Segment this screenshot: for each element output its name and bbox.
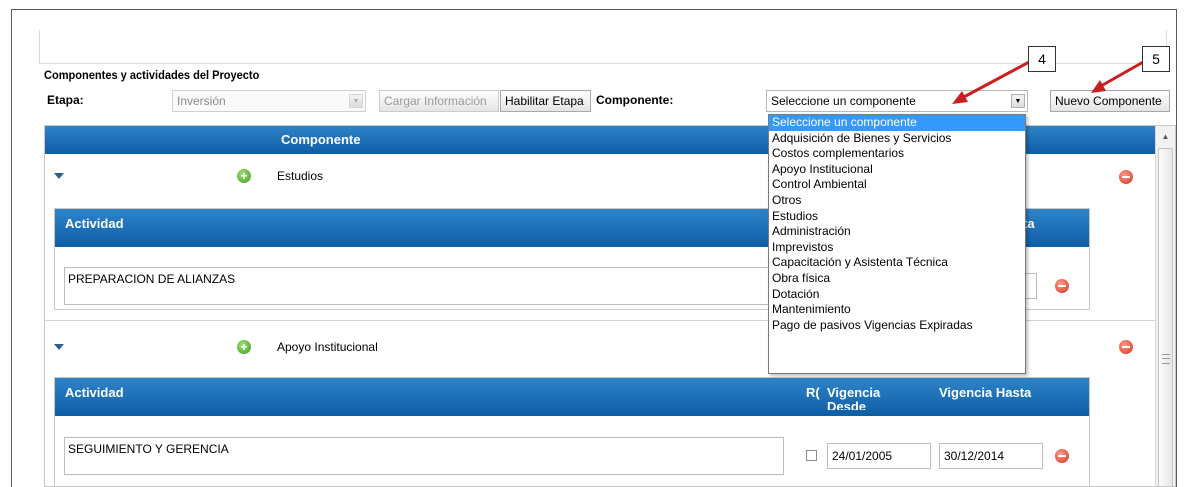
componente-label: Componente: [596, 93, 674, 107]
habilitar-etapa-button[interactable]: Habilitar Etapa [500, 90, 591, 112]
dropdown-option[interactable]: Control Ambiental [769, 177, 1025, 193]
dropdown-option[interactable]: Pago de pasivos Vigencias Expiradas [769, 318, 1025, 334]
dropdown-option[interactable]: Administración [769, 224, 1025, 240]
activities-table-apoyo-institucional: Actividad R( Vigencia Desde Vigencia Has… [54, 377, 1090, 486]
expand-arrow-icon[interactable] [54, 344, 64, 350]
dropdown-option[interactable]: Apoyo Institucional [769, 162, 1025, 178]
dropdown-option[interactable]: Dotación [769, 287, 1025, 303]
dropdown-option[interactable]: Capacitación y Asistenta Técnica [769, 255, 1025, 271]
dropdown-option[interactable]: Imprevistos [769, 240, 1025, 256]
remove-icon[interactable] [1119, 170, 1133, 184]
activity-input[interactable]: PREPARACION DE ALIANZAS [64, 267, 784, 305]
etapa-value: Inversión [177, 94, 226, 108]
activity-column-header: Actividad [65, 385, 124, 400]
remove-icon[interactable] [1119, 340, 1133, 354]
add-icon[interactable]: + [237, 340, 251, 354]
vigencia-desde-input[interactable]: 24/01/2005 [827, 443, 931, 469]
dropdown-arrow-icon: ▼ [1011, 94, 1025, 108]
grid-header-componente: Componente [281, 132, 361, 147]
dropdown-option[interactable]: Otros [769, 193, 1025, 209]
dropdown-option[interactable]: Seleccione un componente [769, 115, 1025, 131]
nuevo-componente-button[interactable]: Nuevo Componente [1050, 90, 1170, 112]
vigencia-desde-column-header: Vigencia Desde [827, 386, 881, 410]
scroll-thumb[interactable] [1158, 148, 1173, 486]
dropdown-option[interactable]: Mantenimiento [769, 302, 1025, 318]
etapa-select[interactable]: Inversión ▼ [172, 90, 366, 112]
activity-input[interactable]: SEGUIMIENTO Y GERENCIA [64, 437, 784, 475]
rc-checkbox[interactable] [806, 450, 817, 461]
callout-5: 5 [1142, 46, 1170, 72]
cargar-informacion-button[interactable]: Cargar Información [379, 90, 499, 112]
component-name: Estudios [277, 169, 324, 183]
remove-icon[interactable] [1055, 449, 1069, 463]
dropdown-option[interactable]: Costos complementarios [769, 146, 1025, 162]
grip-icon [1162, 354, 1170, 364]
rc-column-header: R( [806, 385, 820, 400]
componente-dropdown-list[interactable]: Seleccione un componente Adquisición de … [768, 114, 1026, 374]
vertical-scrollbar[interactable]: ▲ [1155, 126, 1175, 486]
vigencia-hasta-input[interactable]: 30/12/2014 [939, 443, 1043, 469]
componente-value: Seleccione un componente [771, 94, 916, 108]
dropdown-arrow-icon: ▼ [349, 94, 363, 108]
callout-4: 4 [1028, 46, 1056, 72]
activities-header: Actividad R( Vigencia Desde Vigencia Has… [55, 378, 1089, 416]
activity-column-header: Actividad [65, 216, 124, 231]
dropdown-option[interactable]: Adquisición de Bienes y Servicios [769, 131, 1025, 147]
expand-arrow-icon[interactable] [54, 173, 64, 179]
dropdown-option[interactable]: Obra física [769, 271, 1025, 287]
add-icon[interactable]: + [237, 169, 251, 183]
componente-select[interactable]: Seleccione un componente ▼ [766, 90, 1028, 112]
section-title: Componentes y actividades del Proyecto [44, 68, 260, 82]
etapa-label: Etapa: [47, 93, 84, 107]
vigencia-hasta-column-header: Vigencia Hasta [939, 385, 1032, 400]
component-name: Apoyo Institucional [277, 340, 378, 354]
dropdown-option[interactable]: Estudios [769, 209, 1025, 225]
scroll-up-icon[interactable]: ▲ [1156, 126, 1175, 146]
remove-icon[interactable] [1055, 279, 1069, 293]
top-panel [39, 30, 1167, 64]
